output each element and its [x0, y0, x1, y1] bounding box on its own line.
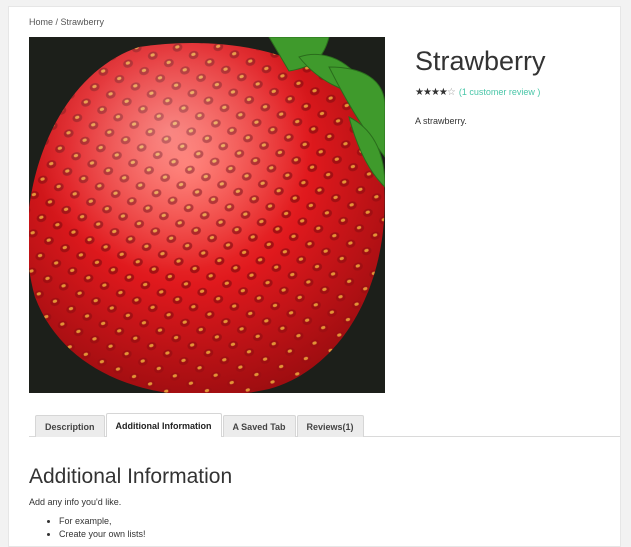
product-tabs: Description Additional Information A Sav…	[35, 413, 365, 437]
product-title: Strawberry	[415, 46, 546, 76]
tab-panel-additional-information: Additional Information Add any info you'…	[29, 465, 599, 541]
product-image[interactable]	[29, 37, 385, 393]
product-page: Home / Strawberry Strawberry ★★★★☆ (1 cu…	[8, 6, 621, 547]
product-summary: Strawberry ★★★★☆ (1 customer review ) A …	[415, 46, 615, 126]
tab-additional-information[interactable]: Additional Information	[105, 413, 222, 437]
panel-text: Add any info you'd like.	[29, 497, 122, 507]
panel-title: Additional Information	[29, 465, 233, 488]
star-filled-icon: ★	[415, 86, 424, 98]
star-filled-icon: ★	[430, 86, 440, 98]
list-item: Create your own lists!	[59, 528, 599, 541]
breadcrumb: Home / Strawberry	[29, 17, 104, 27]
star-filled-icon: ★	[438, 86, 448, 98]
tab-reviews[interactable]: Reviews(1)	[296, 415, 364, 437]
short-description: A strawberry.	[415, 115, 467, 126]
star-empty-icon: ☆	[446, 86, 456, 98]
star-filled-icon: ★	[422, 86, 432, 98]
panel-list: For example, Create your own lists!	[29, 515, 599, 541]
star-rating: ★★★★☆	[415, 86, 456, 98]
rating-row: ★★★★☆ (1 customer review )	[415, 87, 615, 98]
tab-a-saved-tab[interactable]: A Saved Tab	[222, 415, 296, 437]
customer-review-link[interactable]: (1 customer review )	[459, 87, 541, 97]
breadcrumb-current: Strawberry	[60, 17, 105, 27]
tab-description[interactable]: Description	[35, 415, 105, 437]
breadcrumb-home-link[interactable]: Home	[29, 17, 53, 27]
strawberry-image	[29, 37, 385, 393]
breadcrumb-separator: /	[53, 17, 61, 27]
list-item: For example,	[59, 515, 599, 528]
